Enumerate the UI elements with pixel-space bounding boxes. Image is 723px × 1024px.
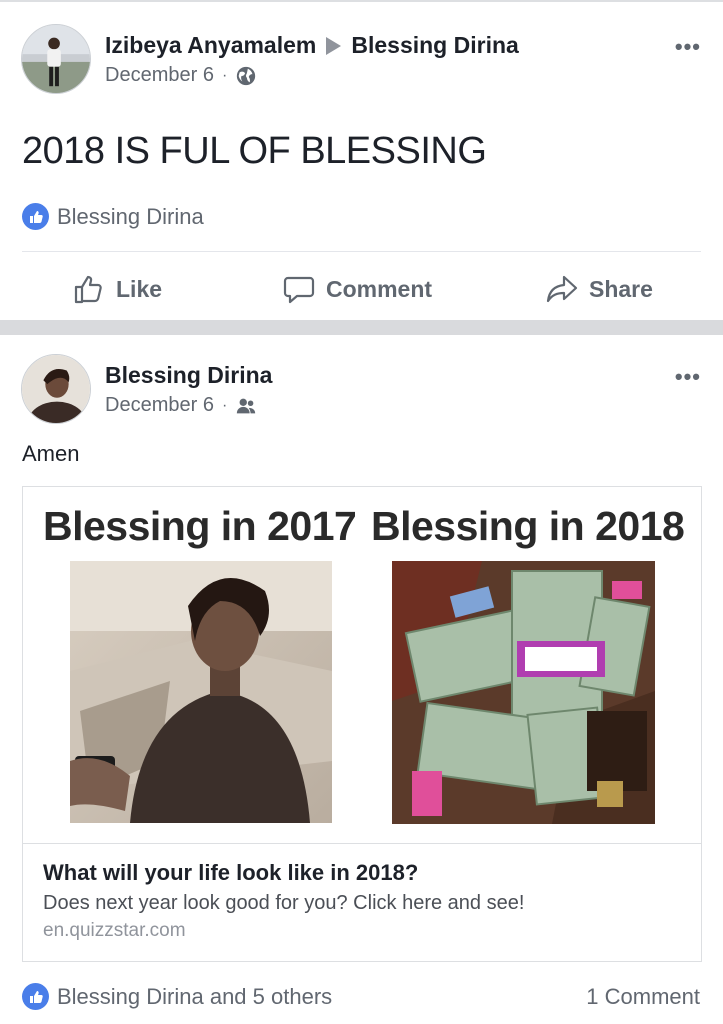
link-description[interactable]: Does next year look good for you? Click … [43,892,524,915]
comment-label: Comment [326,275,433,302]
arrow-right-icon [326,36,342,55]
thumbs-up-icon [74,275,102,304]
author-avatar[interactable] [21,24,91,94]
friends-icon [235,395,257,417]
author-name[interactable]: Blessing Dirina [105,362,272,389]
image-heading-right: Blessing in 2018 [371,503,685,549]
reaction-summary[interactable]: Blessing Dirina [22,203,204,230]
avatar-photo [22,25,90,93]
reaction-summary[interactable]: Blessing Dirina and 5 others [22,983,332,1010]
globe-icon [235,65,257,87]
divider [22,251,701,252]
share-label: Share [589,275,653,302]
money-photo [392,561,655,824]
post-text: Amen [22,441,80,466]
post-date[interactable]: December 6 [105,64,214,87]
like-reaction-icon [22,983,49,1010]
comment-button[interactable]: Comment [282,264,432,314]
link-image[interactable]: Blessing in 2017 Blessing in 2018 [23,487,701,843]
author-name[interactable]: Izibeya Anyamalem [105,32,316,59]
post-card: Izibeya Anyamalem Blessing Dirina Decemb… [0,0,723,320]
image-heading-left: Blessing in 2017 [43,503,357,549]
reaction-names: Blessing Dirina and 5 others [57,983,333,1009]
post-header: Izibeya Anyamalem Blessing Dirina [105,32,519,59]
card-divider [23,843,701,844]
avatar-photo [22,355,90,423]
post-card: Blessing Dirina December 6 · ••• Amen Bl… [0,335,723,1024]
comment-count[interactable]: 1 Comment [586,984,700,1010]
link-preview[interactable]: Blessing in 2017 Blessing in 2018 What w… [22,486,702,962]
more-options-icon[interactable]: ••• [675,364,701,390]
reaction-names: Blessing Dirina [57,203,204,229]
comment-icon [283,276,315,304]
link-domain[interactable]: en.quizzstar.com [43,920,186,942]
woman-photo [70,561,332,823]
target-name[interactable]: Blessing Dirina [351,32,518,59]
meta-separator: · [221,66,228,84]
link-title[interactable]: What will your life look like in 2018? [43,860,418,886]
share-button[interactable]: Share [545,264,653,314]
like-label: Like [116,275,163,302]
post-text: 2018 IS FUL OF BLESSING [22,130,487,172]
author-avatar[interactable] [21,354,91,424]
post-header: Blessing Dirina [105,362,272,389]
action-bar: Like Comment Share [0,264,723,314]
feed-divider [0,320,723,335]
like-button[interactable]: Like [72,264,162,314]
post-date[interactable]: December 6 [105,394,214,417]
meta-separator: · [221,396,228,414]
post-meta: December 6 · [105,64,257,87]
like-reaction-icon [22,203,49,230]
post-meta: December 6 · [105,394,257,417]
post-footer: Blessing Dirina and 5 others 1 Comment [22,983,700,1010]
share-icon [546,275,578,303]
more-options-icon[interactable]: ••• [675,34,701,60]
